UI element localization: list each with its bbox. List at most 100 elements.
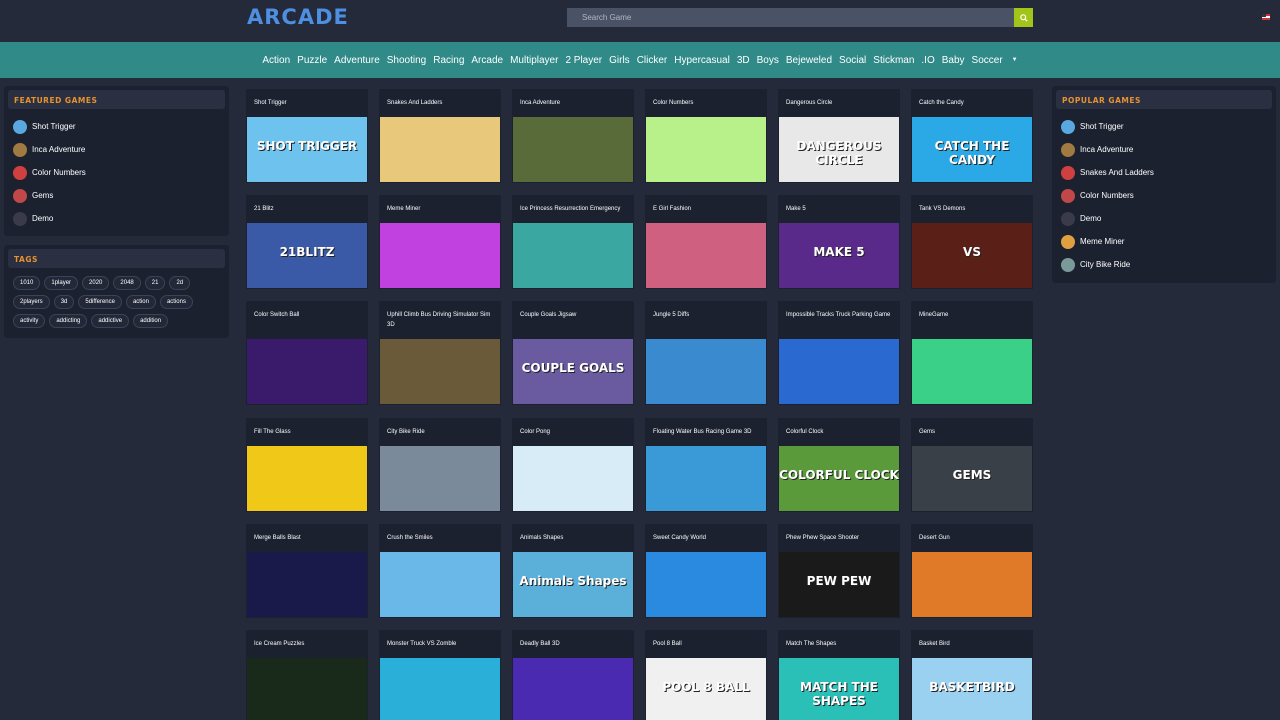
game-card[interactable]: Desert Gun xyxy=(911,524,1033,618)
game-title: Dangerous Circle xyxy=(786,100,833,106)
nav-item-shooting[interactable]: Shooting xyxy=(383,55,429,66)
list-item[interactable]: Shot Trigger xyxy=(13,115,229,138)
search-input[interactable] xyxy=(567,8,1014,27)
featured-games-panel: FEATURED GAMES Shot Trigger Inca Adventur… xyxy=(4,86,229,236)
game-card[interactable]: Merge Balls Blast xyxy=(246,524,368,618)
game-card[interactable]: Color Numbers xyxy=(645,89,767,183)
game-card[interactable]: Ice Princess Resurrection Emergency xyxy=(512,195,634,289)
nav-item-boys[interactable]: Boys xyxy=(753,55,782,66)
list-item-label: Demo xyxy=(32,214,54,223)
game-card[interactable]: MineGame xyxy=(911,301,1033,405)
game-thumbnail xyxy=(247,446,367,511)
game-card[interactable]: Basket Bird BASKETBIRD xyxy=(911,630,1033,720)
game-card[interactable]: Floating Water Bus Racing Game 3D xyxy=(645,418,767,512)
game-card[interactable]: Jungle 5 Diffs xyxy=(645,301,767,405)
game-card[interactable]: Phew Phew Space Shooter PEW PEW xyxy=(778,524,900,618)
game-card[interactable]: Fill The Glass xyxy=(246,418,368,512)
tag-2d[interactable]: 2d xyxy=(169,276,191,290)
nav-item-baby[interactable]: Baby xyxy=(938,55,968,66)
game-card[interactable]: Impossible Tracks Truck Parking Game xyxy=(778,301,900,405)
nav-item-3d[interactable]: 3D xyxy=(733,55,753,66)
list-item[interactable]: Color Numbers xyxy=(1061,184,1276,207)
tag-21[interactable]: 21 xyxy=(144,276,166,290)
game-title: Phew Phew Space Shooter xyxy=(786,535,860,541)
nav-item-bejeweled[interactable]: Bejeweled xyxy=(782,55,835,66)
nav-item-soccer[interactable]: Soccer xyxy=(968,55,1006,66)
tag-actions[interactable]: actions xyxy=(159,295,193,309)
game-thumbnail: BASKETBIRD xyxy=(912,658,1032,720)
list-item[interactable]: Demo xyxy=(1061,207,1276,230)
list-item[interactable]: Meme Miner xyxy=(1061,230,1276,253)
game-card[interactable]: Dangerous Circle DANGEROUS CIRCLE xyxy=(778,89,900,183)
game-title: Animals Shapes xyxy=(520,535,564,541)
nav-item-io[interactable]: .IO xyxy=(918,55,938,66)
nav-item-girls[interactable]: Girls xyxy=(606,55,634,66)
tag-1player[interactable]: 1player xyxy=(44,276,79,290)
game-card[interactable]: Color Pong xyxy=(512,418,634,512)
game-card[interactable]: Crush the Smiles xyxy=(379,524,501,618)
game-title: Inca Adventure xyxy=(520,100,561,106)
nav-item-clicker[interactable]: Clicker xyxy=(633,55,671,66)
game-card[interactable]: Gems GEMS xyxy=(911,418,1033,512)
thumbnail-text: VS xyxy=(963,245,981,259)
nav-item-hypercasual[interactable]: Hypercasual xyxy=(671,55,734,66)
game-card[interactable]: Monster Truck VS Zomble xyxy=(379,630,501,720)
nav-item-2-player[interactable]: 2 Player xyxy=(562,55,606,66)
tag-2048[interactable]: 2048 xyxy=(113,276,141,290)
list-item[interactable]: Gems xyxy=(13,184,229,207)
game-card[interactable]: Catch the Candy CATCH THE CANDY xyxy=(911,89,1033,183)
tag-addictive[interactable]: addictive xyxy=(91,314,130,328)
list-item[interactable]: Color Numbers xyxy=(13,161,229,184)
tag-action[interactable]: action xyxy=(125,295,156,309)
game-card[interactable]: Inca Adventure xyxy=(512,89,634,183)
nav-item-social[interactable]: Social xyxy=(836,55,870,66)
game-card[interactable]: Meme Miner xyxy=(379,195,501,289)
tag-2players[interactable]: 2players xyxy=(13,295,50,309)
game-title: Deadly Ball 3D xyxy=(520,641,560,647)
tag-3d[interactable]: 3d xyxy=(53,295,75,309)
game-card[interactable]: Animals Shapes Animals Shapes xyxy=(512,524,634,618)
chevron-down-icon[interactable]: ▼ xyxy=(1008,57,1021,63)
tag-2020[interactable]: 2020 xyxy=(82,276,110,290)
nav-item-action[interactable]: Action xyxy=(259,55,294,66)
list-item[interactable]: Snakes And Ladders xyxy=(1061,161,1276,184)
game-thumbnail-icon xyxy=(1061,165,1075,180)
us-flag-icon[interactable] xyxy=(1262,14,1270,20)
game-card[interactable]: Couple Goals Jigsaw COUPLE GOALS xyxy=(512,301,634,405)
game-title: Pool 8 Ball xyxy=(653,641,682,647)
game-card[interactable]: Sweet Candy World xyxy=(645,524,767,618)
nav-item-multiplayer[interactable]: Multiplayer xyxy=(507,55,562,66)
game-card[interactable]: E Girl Fashion xyxy=(645,195,767,289)
game-card[interactable]: Uphill Climb Bus Driving Simulator Sim 3… xyxy=(379,301,501,405)
nav-item-arcade[interactable]: Arcade xyxy=(468,55,507,66)
tag-addicting[interactable]: addicting xyxy=(49,314,88,328)
tag-addition[interactable]: addition xyxy=(133,314,169,328)
nav-item-racing[interactable]: Racing xyxy=(430,55,468,66)
tag-5difference[interactable]: 5difference xyxy=(78,295,122,309)
nav-item-adventure[interactable]: Adventure xyxy=(331,55,384,66)
nav-item-stickman[interactable]: Stickman xyxy=(870,55,918,66)
search-button[interactable] xyxy=(1014,8,1033,27)
game-card[interactable]: Pool 8 Ball POOL 8 BALL xyxy=(645,630,767,720)
game-card[interactable]: City Bike Ride xyxy=(379,418,501,512)
game-card[interactable]: Deadly Ball 3D xyxy=(512,630,634,720)
nav-item-puzzle[interactable]: Puzzle xyxy=(294,55,331,66)
game-card[interactable]: Ice Cream Puzzles xyxy=(246,630,368,720)
game-card[interactable]: Color Switch Ball xyxy=(246,301,368,405)
list-item[interactable]: Shot Trigger xyxy=(1061,115,1276,138)
site-logo[interactable]: ARCADE xyxy=(247,5,349,29)
list-item[interactable]: Inca Adventure xyxy=(1061,138,1276,161)
game-card[interactable]: Shot Trigger SHOT TRIGGER xyxy=(246,89,368,183)
game-card[interactable]: Colorful Clock COLORFUL CLOCK xyxy=(778,418,900,512)
thumbnail-text: COLORFUL CLOCK xyxy=(779,468,899,482)
tag-activity[interactable]: activity xyxy=(13,314,46,328)
list-item[interactable]: Demo xyxy=(13,207,229,230)
list-item[interactable]: Inca Adventure xyxy=(13,138,229,161)
tag-1010[interactable]: 1010 xyxy=(13,276,41,290)
game-card[interactable]: Tank VS Demons VS xyxy=(911,195,1033,289)
list-item[interactable]: City Bike Ride xyxy=(1061,253,1276,276)
game-card[interactable]: Make 5 MAKE 5 xyxy=(778,195,900,289)
game-card[interactable]: 21 Blitz 21BLITZ xyxy=(246,195,368,289)
game-card[interactable]: Snakes And Ladders xyxy=(379,89,501,183)
game-card[interactable]: Match The Shapes MATCH THE SHAPES xyxy=(778,630,900,720)
